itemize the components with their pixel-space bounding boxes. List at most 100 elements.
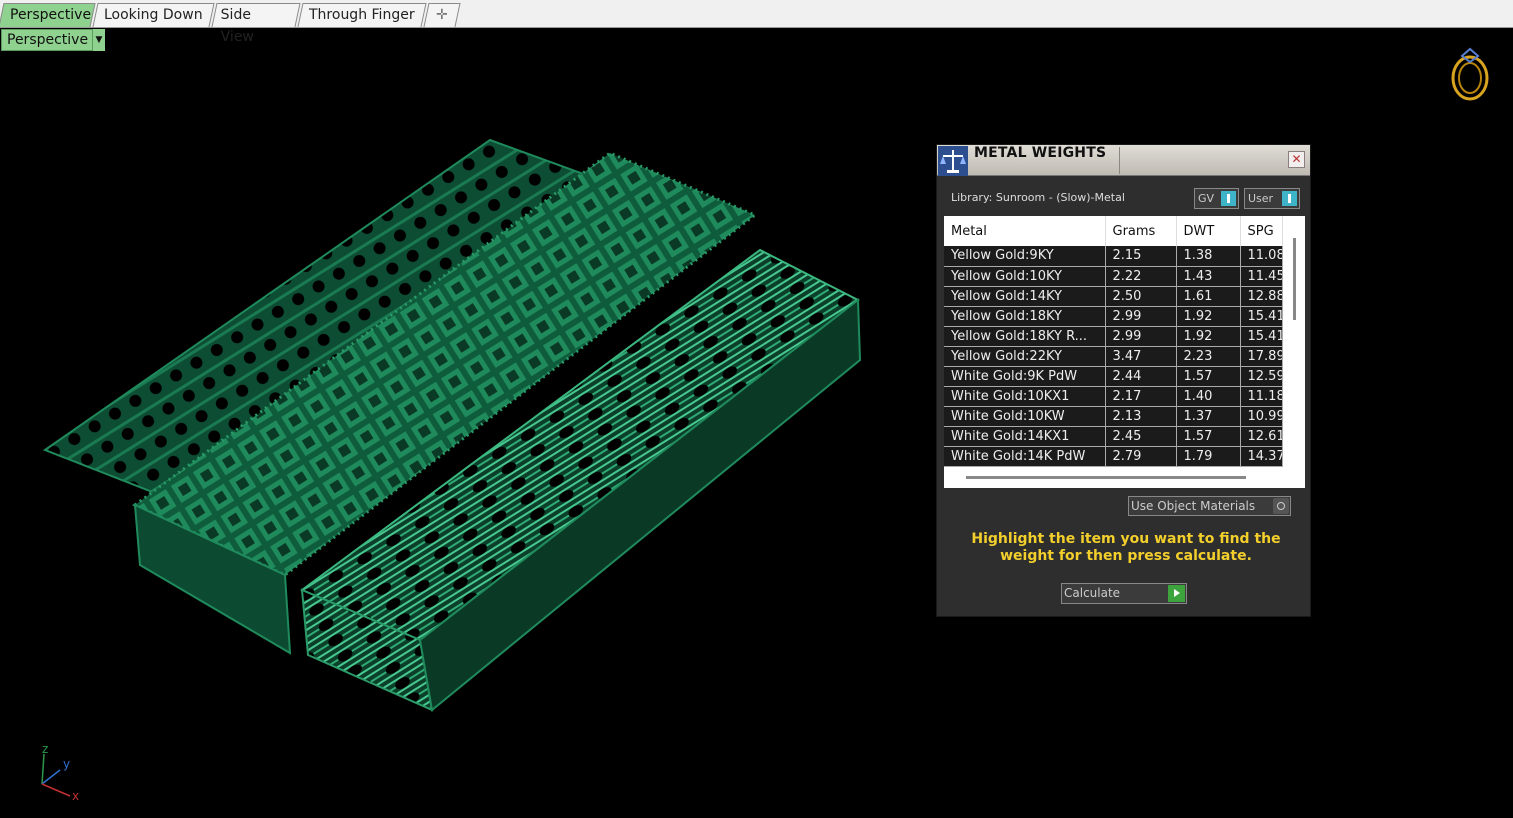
column-header-grams[interactable]: Grams	[1105, 216, 1177, 246]
cell-dwt: 1.61	[1176, 286, 1241, 307]
tab-label: Through Finger	[309, 7, 415, 23]
use-object-materials-label: Use Object Materials	[1131, 499, 1256, 513]
cell-metal: White Gold:10KW	[944, 406, 1106, 427]
table-row[interactable]: White Gold:14K PdW 2.79 1.79 14.37	[944, 446, 1283, 467]
tab-side-view[interactable]: Side View	[211, 3, 301, 45]
axis-indicator: z y x	[41, 742, 79, 802]
tab-through-finger[interactable]: Through Finger	[297, 3, 427, 27]
cell-spg: 14.37	[1240, 446, 1283, 467]
cell-spg: 11.45	[1240, 266, 1283, 287]
vertical-scrollbar[interactable]	[1293, 238, 1296, 320]
cell-dwt: 1.57	[1176, 366, 1241, 387]
table-row[interactable]: Yellow Gold:14KY 2.50 1.61 12.88	[944, 286, 1283, 307]
column-header-dwt[interactable]: DWT	[1176, 216, 1241, 246]
viewport-label[interactable]: Perspective	[1, 29, 105, 51]
axis-y-label: y	[63, 757, 70, 771]
table-header-row: Metal Grams DWT SPG	[944, 216, 1283, 246]
close-button[interactable]: ✕	[1288, 151, 1305, 168]
table-row[interactable]: White Gold:14KX1 2.45 1.57 12.61	[944, 426, 1283, 447]
tab-label: Side View	[220, 7, 254, 45]
cell-metal: White Gold:14KX1	[944, 426, 1106, 447]
cell-spg: 12.59	[1240, 366, 1283, 387]
cell-grams: 2.13	[1105, 406, 1177, 427]
cell-metal: Yellow Gold:10KY	[944, 266, 1106, 287]
3d-model-view[interactable]	[40, 135, 870, 715]
table-row[interactable]: Yellow Gold:22KY 3.47 2.23 17.89	[944, 346, 1283, 367]
cell-grams: 2.22	[1105, 266, 1177, 287]
plus-icon: ✛	[436, 7, 448, 23]
table-row[interactable]: Yellow Gold:10KY 2.22 1.43 11.45	[944, 266, 1283, 287]
app-window: Perspective Looking Down Side View Throu…	[0, 0, 1513, 818]
chevron-down-icon[interactable]: ▼	[92, 29, 105, 51]
calculate-label: Calculate	[1064, 586, 1121, 600]
gv-label: GV	[1198, 192, 1215, 205]
cell-metal: Yellow Gold:18KY R...	[944, 326, 1106, 347]
cell-grams: 2.99	[1105, 326, 1177, 347]
ring-icon[interactable]	[1446, 46, 1494, 102]
cell-metal: Yellow Gold:14KY	[944, 286, 1106, 307]
user-label: User	[1248, 192, 1274, 205]
cell-spg: 15.41	[1240, 306, 1283, 327]
tab-label: Perspective	[10, 7, 92, 23]
cell-dwt: 1.37	[1176, 406, 1241, 427]
table-row[interactable]: Yellow Gold:18KY 2.99 1.92 15.41	[944, 306, 1283, 327]
cell-grams: 2.50	[1105, 286, 1177, 307]
calculate-button[interactable]: Calculate	[1061, 583, 1187, 604]
library-label: Library: Sunroom - (Slow)-Metal	[951, 191, 1125, 204]
gv-toggle[interactable]: GV	[1194, 188, 1239, 209]
scale-icon	[938, 146, 968, 176]
cell-dwt: 1.92	[1176, 326, 1241, 347]
table-row[interactable]: White Gold:10KX1 2.17 1.40 11.18	[944, 386, 1283, 407]
cell-spg: 17.89	[1240, 346, 1283, 367]
panel-title: METAL WEIGHTS	[974, 145, 1107, 161]
cell-dwt: 1.43	[1176, 266, 1241, 287]
cell-spg: 15.41	[1240, 326, 1283, 347]
toggle-indicator-icon	[1221, 191, 1236, 206]
cell-grams: 2.99	[1105, 306, 1177, 327]
cell-dwt: 1.38	[1176, 246, 1241, 267]
cell-metal: Yellow Gold:9KY	[944, 246, 1106, 267]
cell-metal: Yellow Gold:18KY	[944, 306, 1106, 327]
add-tab-button[interactable]: ✛	[423, 3, 461, 27]
cell-grams: 3.47	[1105, 346, 1177, 367]
use-object-materials-field[interactable]: Use Object Materials	[1128, 496, 1291, 516]
cell-metal: Yellow Gold:22KY	[944, 346, 1106, 367]
tab-perspective[interactable]: Perspective	[0, 3, 96, 27]
cell-metal: White Gold:10KX1	[944, 386, 1106, 407]
table-row[interactable]: White Gold:10KW 2.13 1.37 10.99	[944, 406, 1283, 427]
user-toggle[interactable]: User	[1244, 188, 1300, 209]
instruction-text: Highlight the item you want to find the …	[971, 531, 1281, 564]
column-header-metal[interactable]: Metal	[944, 216, 1106, 246]
close-icon: ✕	[1291, 152, 1302, 166]
cell-dwt: 1.79	[1176, 446, 1241, 467]
play-icon	[1168, 585, 1185, 602]
cell-grams: 2.17	[1105, 386, 1177, 407]
tab-label: Looking Down	[104, 7, 203, 23]
cell-spg: 12.88	[1240, 286, 1283, 307]
radio-icon[interactable]	[1273, 498, 1289, 514]
cell-dwt: 1.92	[1176, 306, 1241, 327]
table-row[interactable]: Yellow Gold:9KY 2.15 1.38 11.08	[944, 246, 1283, 267]
cell-spg: 12.61	[1240, 426, 1283, 447]
cell-metal: White Gold:9K PdW	[944, 366, 1106, 387]
cell-dwt: 1.40	[1176, 386, 1241, 407]
cell-grams: 2.44	[1105, 366, 1177, 387]
column-header-spg[interactable]: SPG	[1240, 216, 1283, 246]
divider	[1119, 147, 1120, 174]
cell-grams: 2.79	[1105, 446, 1177, 467]
metal-table-grid: Metal Grams DWT SPG Yellow Gold:9KY 2.15 1…	[944, 216, 1283, 467]
metal-weights-panel: METAL WEIGHTS ✕ Library: Sunroom - (Slow…	[936, 144, 1311, 617]
view-tab-bar: Perspective Looking Down Side View Throu…	[0, 0, 1513, 45]
panel-header[interactable]: METAL WEIGHTS ✕	[937, 145, 1310, 176]
horizontal-scrollbar[interactable]	[966, 476, 1246, 479]
tab-looking-down[interactable]: Looking Down	[92, 3, 215, 27]
toggle-indicator-icon	[1282, 191, 1297, 206]
cell-grams: 2.45	[1105, 426, 1177, 447]
cell-grams: 2.15	[1105, 246, 1177, 267]
table-row[interactable]: Yellow Gold:18KY R... 2.99 1.92 15.41	[944, 326, 1283, 347]
cell-spg: 11.08	[1240, 246, 1283, 267]
table-row[interactable]: White Gold:9K PdW 2.44 1.57 12.59	[944, 366, 1283, 387]
metal-table[interactable]: Metal Grams DWT SPG Yellow Gold:9KY 2.15 1…	[944, 216, 1305, 488]
cell-metal: White Gold:14K PdW	[944, 446, 1106, 467]
cell-dwt: 2.23	[1176, 346, 1241, 367]
